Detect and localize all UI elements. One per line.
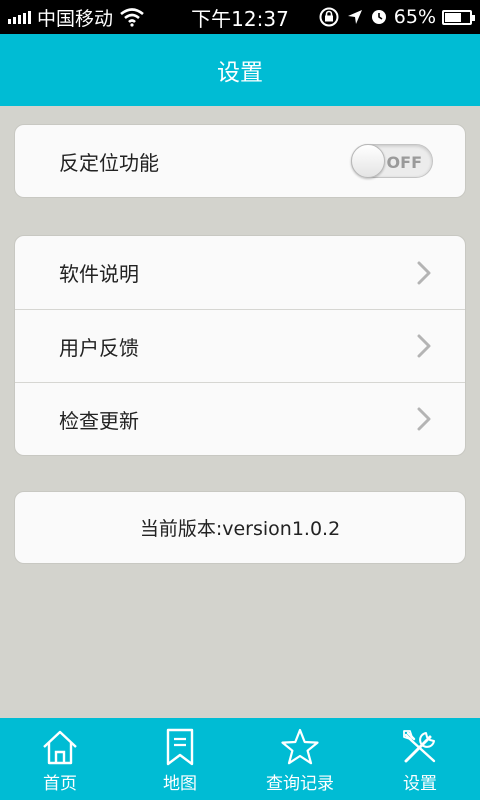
location-card: 反定位功能 OFF — [14, 124, 466, 198]
title-bar: 设置 — [0, 34, 480, 106]
tab-home[interactable]: 首页 — [0, 718, 120, 800]
menu-item-label: 检查更新 — [59, 408, 139, 433]
tab-history[interactable]: 查询记录 — [240, 718, 360, 800]
chevron-right-icon — [417, 261, 431, 284]
wifi-icon — [120, 8, 144, 27]
tab-label: 查询记录 — [266, 774, 334, 794]
rotation-lock-icon — [319, 7, 339, 27]
page-title: 设置 — [217, 60, 263, 86]
tab-label: 地图 — [163, 774, 197, 794]
status-left: 中国移动 — [8, 4, 145, 31]
toggle-knob — [351, 144, 385, 178]
toggle-state-label: OFF — [386, 153, 422, 172]
version-card: 当前版本:version1.0.2 — [14, 491, 466, 564]
tab-label: 设置 — [403, 774, 437, 794]
menu-item-check-update[interactable]: 检查更新 — [15, 382, 465, 455]
location-arrow-icon — [347, 10, 362, 24]
menu-item-label: 软件说明 — [59, 262, 139, 286]
menu-item-label: 用户反馈 — [59, 335, 139, 360]
carrier-name: 中国移动 — [37, 7, 114, 30]
home-icon — [43, 730, 77, 765]
tab-settings[interactable]: 设置 — [360, 718, 480, 800]
bookmark-icon — [166, 728, 194, 766]
status-right: 65% — [318, 6, 475, 28]
signal-icon — [8, 10, 31, 24]
location-toggle-row[interactable]: 反定位功能 OFF — [15, 125, 465, 197]
tools-icon — [403, 730, 436, 763]
menu-card: 软件说明 用户反馈 检查更新 — [14, 235, 466, 456]
status-time: 下午12:37 — [191, 6, 289, 31]
battery-fill — [445, 12, 461, 22]
tab-map[interactable]: 地图 — [120, 718, 240, 800]
menu-item-feedback[interactable]: 用户反馈 — [15, 309, 465, 382]
status-bar: 中国移动 下午12:37 65% — [0, 0, 480, 34]
tab-label: 首页 — [43, 774, 77, 794]
menu-item-software-info[interactable]: 软件说明 — [15, 236, 465, 309]
chevron-right-icon — [417, 334, 431, 358]
battery-icon — [442, 9, 475, 25]
bottom-tab-bar: 首页 地图 查询记录 设置 — [0, 718, 480, 800]
location-toggle-switch[interactable]: OFF — [351, 144, 433, 178]
alarm-icon — [371, 10, 386, 24]
star-icon — [281, 728, 319, 765]
chevron-right-icon — [417, 407, 431, 431]
version-text: 当前版本:version1.0.2 — [139, 518, 341, 540]
location-toggle-label: 反定位功能 — [59, 150, 159, 175]
battery-percent: 65% — [393, 6, 436, 28]
